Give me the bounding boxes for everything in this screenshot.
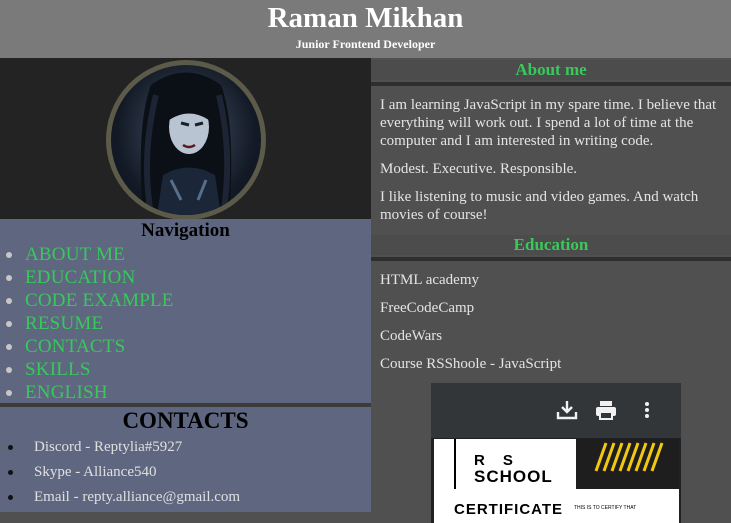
nav-link-education[interactable]: EDUCATION [25, 267, 136, 288]
about-paragraph: I like listening to music and video game… [380, 189, 699, 223]
stripes-decoration [576, 439, 679, 489]
print-icon[interactable] [594, 399, 618, 421]
education-item: FreeCodeCamp [380, 300, 475, 316]
right-column: About me I am learning JavaScript in my … [371, 58, 731, 523]
rs-school-logo: RS SCHOOL [454, 439, 576, 489]
contacts-panel: CONTACTS Discord - Reptylia#5927 Skype -… [0, 407, 371, 512]
bullet-icon [6, 321, 12, 327]
about-title: About me [371, 60, 731, 80]
navigation-panel: Navigation ABOUT ME EDUCATION CODE EXAMP… [0, 219, 371, 403]
bullet-icon [8, 495, 13, 500]
nav-link-code-example[interactable]: CODE EXAMPLE [25, 290, 174, 311]
bullet-icon [6, 275, 12, 281]
education-item: HTML academy [380, 272, 479, 288]
contact-text: Discord - Reptylia#5927 [34, 439, 183, 455]
certificate-viewer: RS SCHOOL CERTIFICATE THIS IS TO CERTIFY… [431, 383, 681, 523]
nav-item-education: EDUCATION [0, 266, 174, 289]
nav-item-about-me: ABOUT ME [0, 243, 174, 266]
contacts-list: Discord - Reptylia#5927 Skype - Alliance… [0, 435, 240, 510]
page-header: Raman Mikhan Junior Frontend Developer [0, 0, 731, 58]
navigation-list: ABOUT ME EDUCATION CODE EXAMPLE RESUME C… [0, 243, 174, 404]
profile-photo-icon [140, 72, 232, 215]
nav-link-contacts[interactable]: CONTACTS [25, 336, 125, 357]
nav-item-code-example: CODE EXAMPLE [0, 289, 174, 312]
site-title: Raman Mikhan [267, 2, 464, 34]
logo-text-top: RS [474, 452, 531, 469]
contact-item-discord: Discord - Reptylia#5927 [0, 435, 240, 460]
nav-item-contacts: CONTACTS [0, 335, 174, 358]
bullet-icon [6, 344, 12, 350]
about-paragraph: Modest. Executive. Responsible. [380, 161, 578, 177]
navigation-title: Navigation [141, 220, 230, 241]
section-divider [371, 82, 731, 86]
nav-item-resume: RESUME [0, 312, 174, 335]
contact-text: Skype - Alliance540 [34, 464, 157, 480]
certificate-small-text: THIS IS TO CERTIFY THAT [574, 505, 637, 511]
nav-item-skills: SKILLS [0, 358, 174, 381]
nav-link-about-me[interactable]: ABOUT ME [25, 244, 125, 265]
photo-panel [0, 58, 371, 220]
nav-item-english: ENGLISH [0, 381, 174, 404]
contact-text: Email - repty.alliance@gmail.com [34, 489, 241, 505]
bullet-icon [6, 367, 12, 373]
bullet-icon [8, 445, 13, 450]
logo-text-bottom: SCHOOL [474, 467, 553, 486]
nav-link-skills[interactable]: SKILLS [25, 359, 91, 380]
bullet-icon [8, 470, 13, 475]
section-divider [371, 257, 731, 261]
nav-link-english[interactable]: ENGLISH [25, 382, 108, 403]
site-subtitle: Junior Frontend Developer [295, 37, 436, 51]
bullet-icon [6, 390, 12, 396]
more-vert-icon[interactable] [635, 399, 659, 421]
bullet-icon [6, 298, 12, 304]
pdf-toolbar [431, 383, 681, 438]
education-item: CodeWars [380, 328, 443, 344]
certificate-heading: CERTIFICATE [454, 501, 564, 518]
education-title: Education [371, 235, 731, 255]
certificate-page: RS SCHOOL CERTIFICATE THIS IS TO CERTIFY… [434, 439, 679, 523]
contact-item-skype: Skype - Alliance540 [0, 460, 240, 485]
download-icon[interactable] [555, 399, 579, 421]
education-item: Course RSShoole - JavaScript [380, 356, 562, 372]
left-column: Navigation ABOUT ME EDUCATION CODE EXAMP… [0, 58, 371, 512]
avatar [106, 60, 266, 220]
nav-link-resume[interactable]: RESUME [25, 313, 103, 334]
contact-item-email: Email - repty.alliance@gmail.com [0, 485, 240, 510]
bullet-icon [6, 252, 12, 258]
contacts-title: CONTACTS [122, 408, 249, 433]
about-paragraph: I am learning JavaScript in my spare tim… [380, 97, 717, 149]
